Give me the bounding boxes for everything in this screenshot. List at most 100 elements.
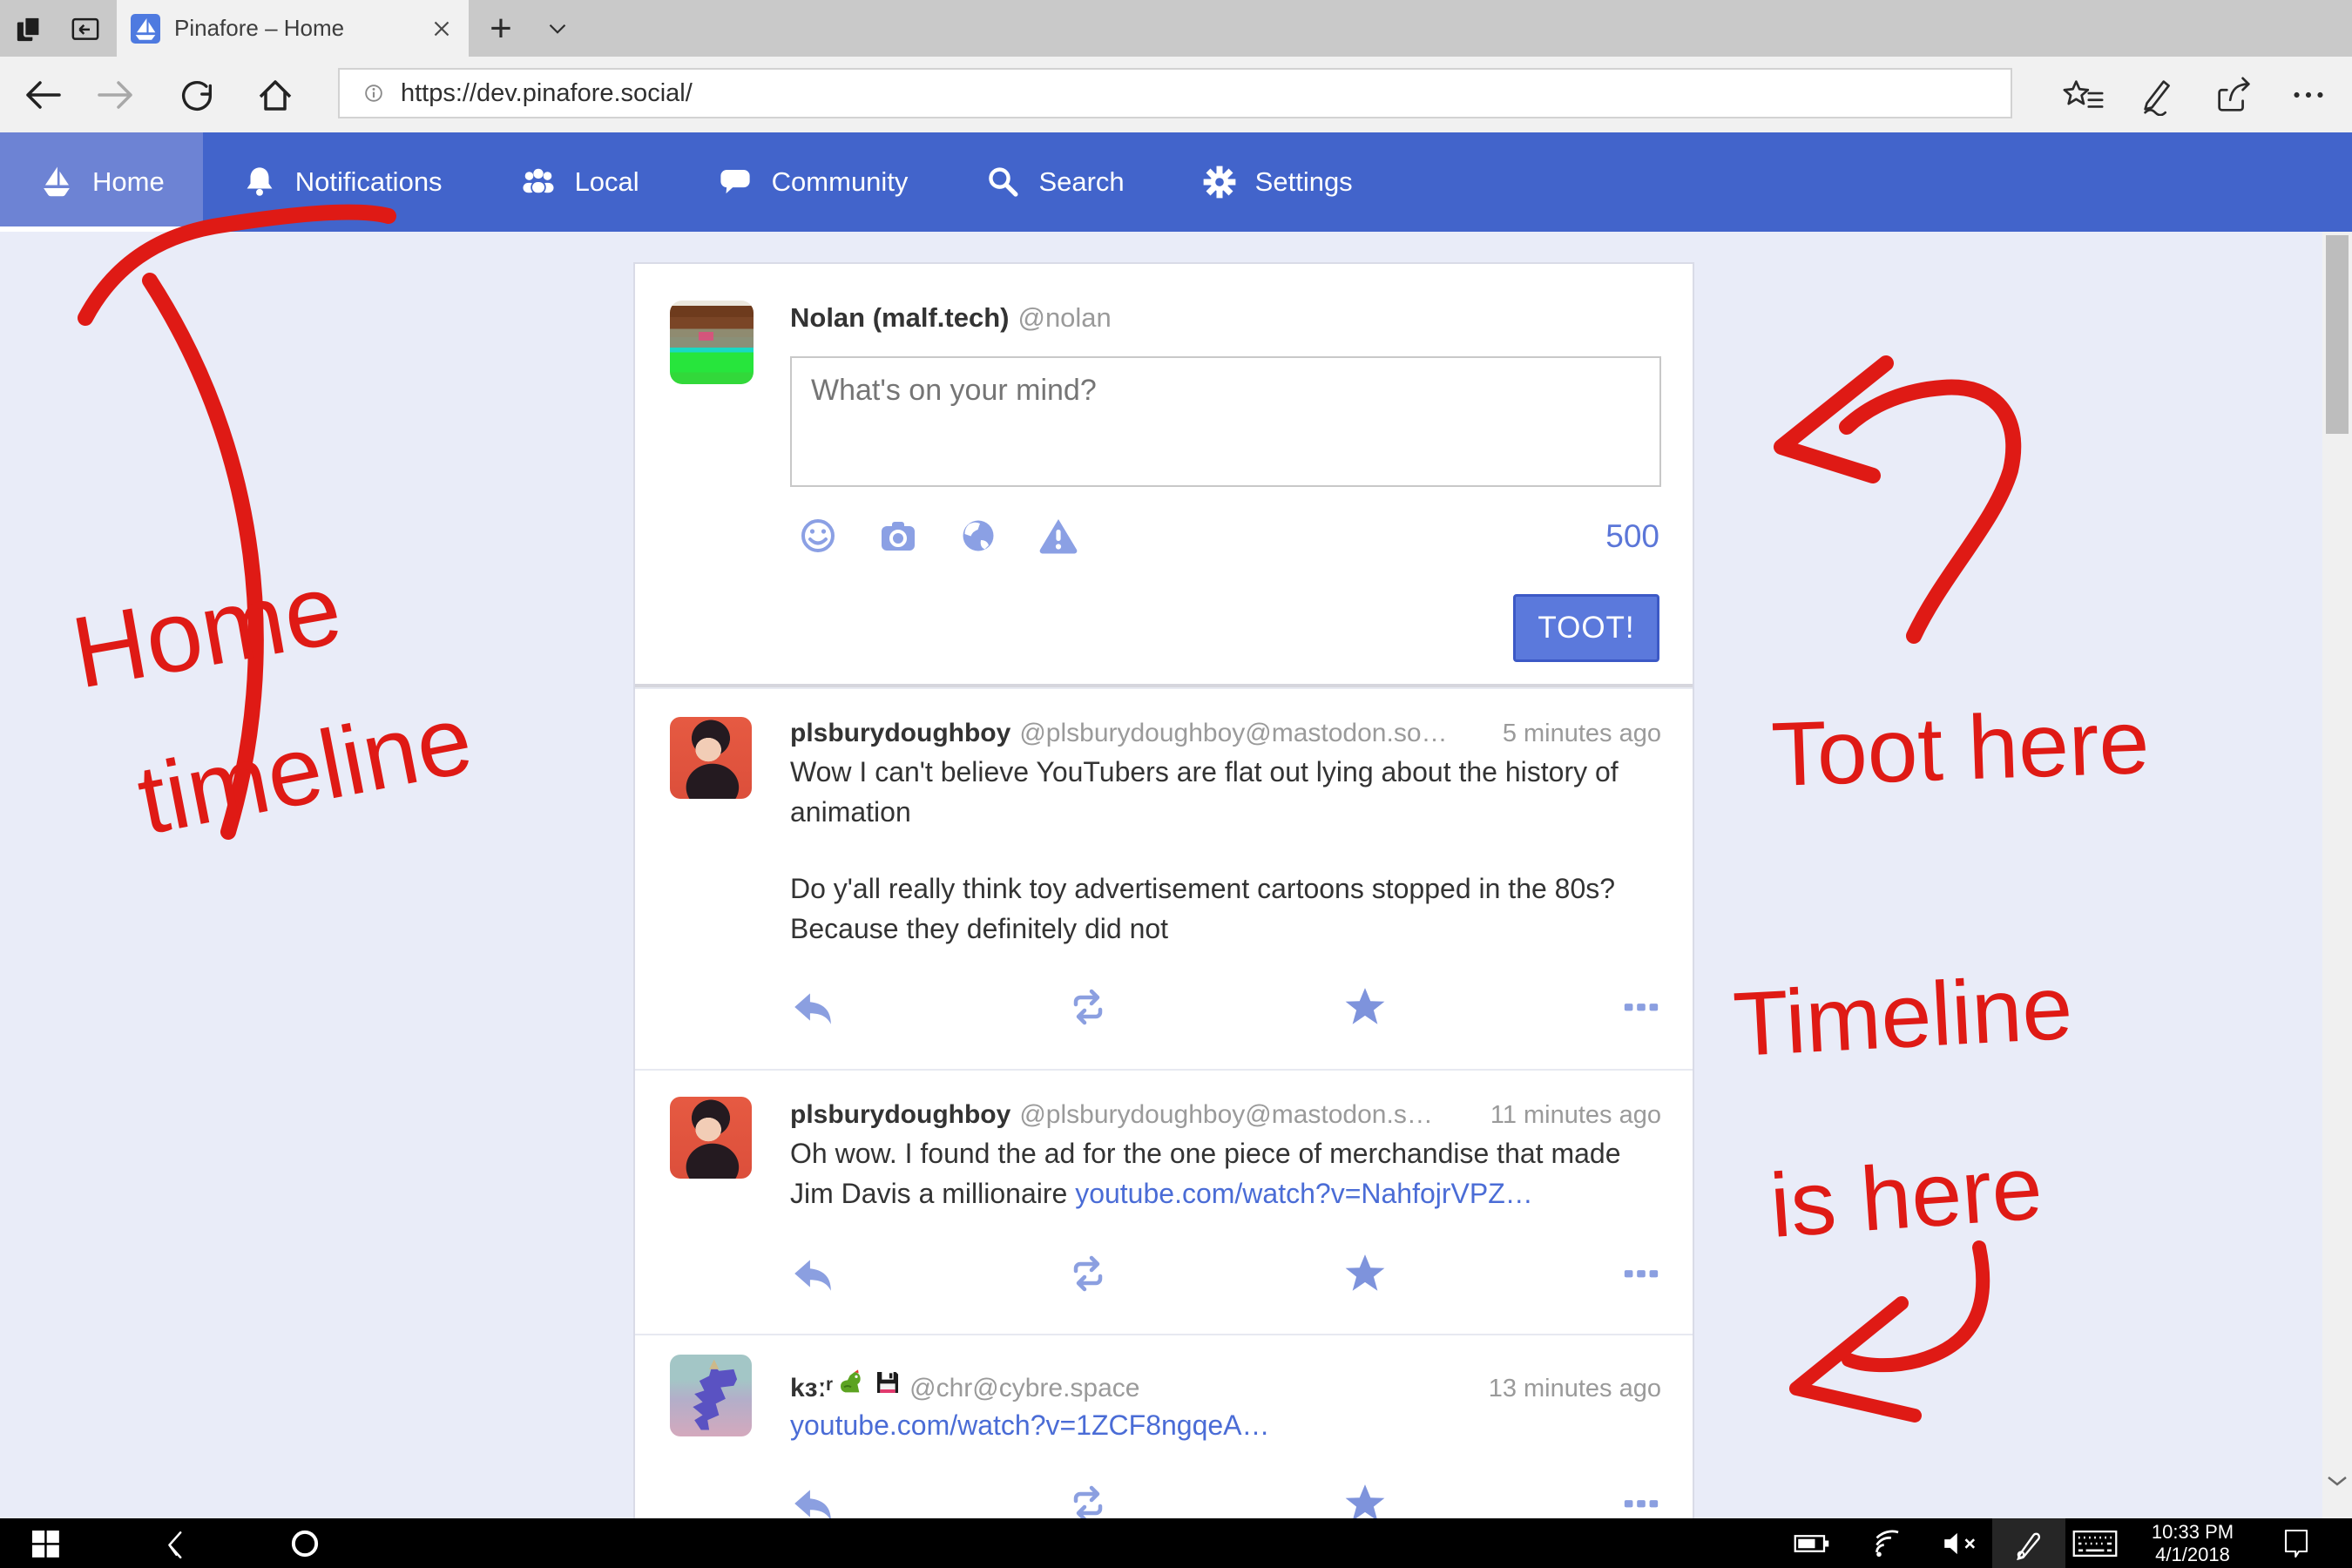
page-content: Nolan (malf.tech)@nolan: [0, 232, 2352, 1518]
wifi-icon[interactable]: [1862, 1518, 1911, 1568]
char-count: 500: [1605, 518, 1659, 555]
volume-muted-icon[interactable]: [1936, 1518, 1984, 1568]
nav-item-community[interactable]: Community: [678, 132, 947, 232]
windows-ink-tile[interactable]: [1992, 1518, 2065, 1568]
globe-icon[interactable]: [957, 515, 999, 557]
nav-label: Settings: [1255, 166, 1353, 198]
timeline-post[interactable]: plsburydoughboy @plsburydoughboy@mastodo…: [635, 1069, 1693, 1334]
forward-icon[interactable]: [94, 72, 139, 118]
timestamp[interactable]: 13 minutes ago: [1471, 1375, 1661, 1403]
post-text: Wow I can't believe YouTubers are flat o…: [790, 752, 1648, 832]
site-info-icon[interactable]: [359, 78, 389, 108]
web-note-pen-icon[interactable]: [2136, 74, 2181, 116]
account-name: Nolan (malf.tech)@nolan: [790, 302, 1112, 334]
taskbar: 10:33 PM 4/1/2018: [0, 1518, 2352, 1568]
set-tabs-aside-icon[interactable]: [10, 10, 49, 48]
tab-list-chevron-icon[interactable]: [538, 10, 577, 48]
nav-label: Community: [772, 166, 909, 198]
scrollbar-thumb[interactable]: [2326, 235, 2349, 434]
timestamp[interactable]: 11 minutes ago: [1473, 1101, 1661, 1130]
cortana-icon[interactable]: [280, 1518, 329, 1568]
scroll-down-icon[interactable]: [2324, 1473, 2350, 1489]
avatar[interactable]: [670, 301, 754, 384]
back-icon[interactable]: [19, 72, 64, 118]
avatar[interactable]: [670, 1097, 752, 1179]
browser-toolbar: https://dev.pinafore.social/: [0, 57, 2352, 132]
boost-icon[interactable]: [1066, 985, 1110, 1029]
touch-keyboard-icon[interactable]: [2066, 1518, 2124, 1568]
tablet-back-icon[interactable]: [153, 1518, 202, 1568]
bell-icon: [241, 164, 278, 200]
display-name[interactable]: plsburydoughboy: [790, 1100, 1010, 1130]
post-text: Do y'all really think toy advertisement …: [790, 868, 1648, 949]
nav-item-search[interactable]: Search: [946, 132, 1162, 232]
more-options-icon[interactable]: [1619, 1252, 1663, 1295]
reply-icon[interactable]: [790, 1482, 834, 1518]
reply-icon[interactable]: [790, 1252, 834, 1295]
nav-item-settings[interactable]: Settings: [1163, 132, 1391, 232]
favorite-star-icon[interactable]: [1343, 1482, 1387, 1518]
post-actions: [790, 1252, 1663, 1295]
more-options-icon[interactable]: [1619, 985, 1663, 1029]
settings-more-icon[interactable]: [2286, 74, 2331, 116]
taskbar-clock[interactable]: 10:33 PM 4/1/2018: [2136, 1518, 2249, 1568]
content-warning-icon[interactable]: [1037, 515, 1079, 557]
tab-close-icon[interactable]: [429, 16, 455, 42]
gear-icon: [1201, 164, 1238, 200]
timestamp[interactable]: 5 minutes ago: [1485, 720, 1661, 748]
nav-label: Home: [92, 166, 165, 198]
more-options-icon[interactable]: [1619, 1482, 1663, 1518]
account-handle: @chr@cybre.space: [909, 1374, 1139, 1403]
emoji-picker-icon[interactable]: [797, 515, 839, 557]
nav-item-local[interactable]: Local: [481, 132, 678, 232]
nav-item-notifications[interactable]: Notifications: [203, 132, 481, 232]
display-name[interactable]: plsburydoughboy: [790, 719, 1010, 748]
timeline-card: Nolan (malf.tech)@nolan: [633, 262, 1694, 1518]
youtube-link[interactable]: youtube.com/watch?v=1ZCF8ngqeA…: [790, 1409, 1270, 1441]
people-icon: [519, 164, 558, 200]
toot-button[interactable]: TOOT!: [1513, 594, 1659, 662]
compose-toolbar: [797, 515, 1079, 557]
nav-label: Notifications: [295, 166, 443, 198]
compose-box: Nolan (malf.tech)@nolan: [635, 264, 1693, 687]
home-icon[interactable]: [253, 72, 298, 118]
youtube-link[interactable]: youtube.com/watch?v=NahfojrVPZ…: [1075, 1178, 1533, 1209]
refresh-icon[interactable]: [174, 72, 220, 118]
action-center-icon[interactable]: [2270, 1518, 2322, 1568]
sailboat-icon: [38, 164, 75, 200]
display-name[interactable]: kɜːʳ: [790, 1374, 833, 1403]
timeline-post[interactable]: plsburydoughboy @plsburydoughboy@mastodo…: [635, 687, 1693, 1069]
boost-icon[interactable]: [1066, 1482, 1110, 1518]
pinafore-favicon-icon: [131, 14, 160, 44]
share-icon[interactable]: [2211, 74, 2256, 116]
start-button-icon[interactable]: [21, 1518, 70, 1568]
tab-preview-icon[interactable]: [66, 10, 105, 48]
avatar[interactable]: [670, 717, 752, 799]
account-handle: @plsburydoughboy@mastodon.s…: [1019, 1100, 1433, 1130]
chat-bubble-icon: [716, 164, 754, 200]
reply-icon[interactable]: [790, 985, 834, 1029]
browser-tab[interactable]: Pinafore – Home: [117, 0, 469, 57]
dragon-emoji: [837, 1369, 865, 1396]
pinafore-nav: Home Notifications Local Community Searc…: [0, 132, 2352, 232]
scrollbar[interactable]: [2322, 232, 2352, 1518]
url-text[interactable]: https://dev.pinafore.social/: [401, 79, 693, 108]
tab-title: Pinafore – Home: [174, 15, 429, 42]
nav-label: Search: [1038, 166, 1124, 198]
nav-item-home[interactable]: Home: [0, 132, 203, 232]
post-text: Oh wow. I found the ad for the one piece…: [790, 1133, 1648, 1213]
timeline-post[interactable]: kɜːʳ @chr@cybre.space 13 minutes ago you…: [635, 1334, 1693, 1518]
camera-icon[interactable]: [877, 515, 919, 557]
account-handle: @plsburydoughboy@mastodon.so…: [1019, 719, 1447, 748]
post-actions: [790, 985, 1663, 1029]
avatar[interactable]: [670, 1355, 752, 1436]
boost-icon[interactable]: [1066, 1252, 1110, 1295]
new-tab-button[interactable]: +: [481, 9, 521, 49]
favorite-star-icon[interactable]: [1343, 1252, 1387, 1295]
favorite-star-icon[interactable]: [1343, 985, 1387, 1029]
compose-input[interactable]: [790, 356, 1661, 487]
account-handle: @nolan: [1017, 302, 1111, 333]
url-bar[interactable]: https://dev.pinafore.social/: [338, 68, 2012, 118]
favorites-hub-icon[interactable]: [2061, 74, 2106, 116]
battery-icon[interactable]: [1788, 1518, 1836, 1568]
